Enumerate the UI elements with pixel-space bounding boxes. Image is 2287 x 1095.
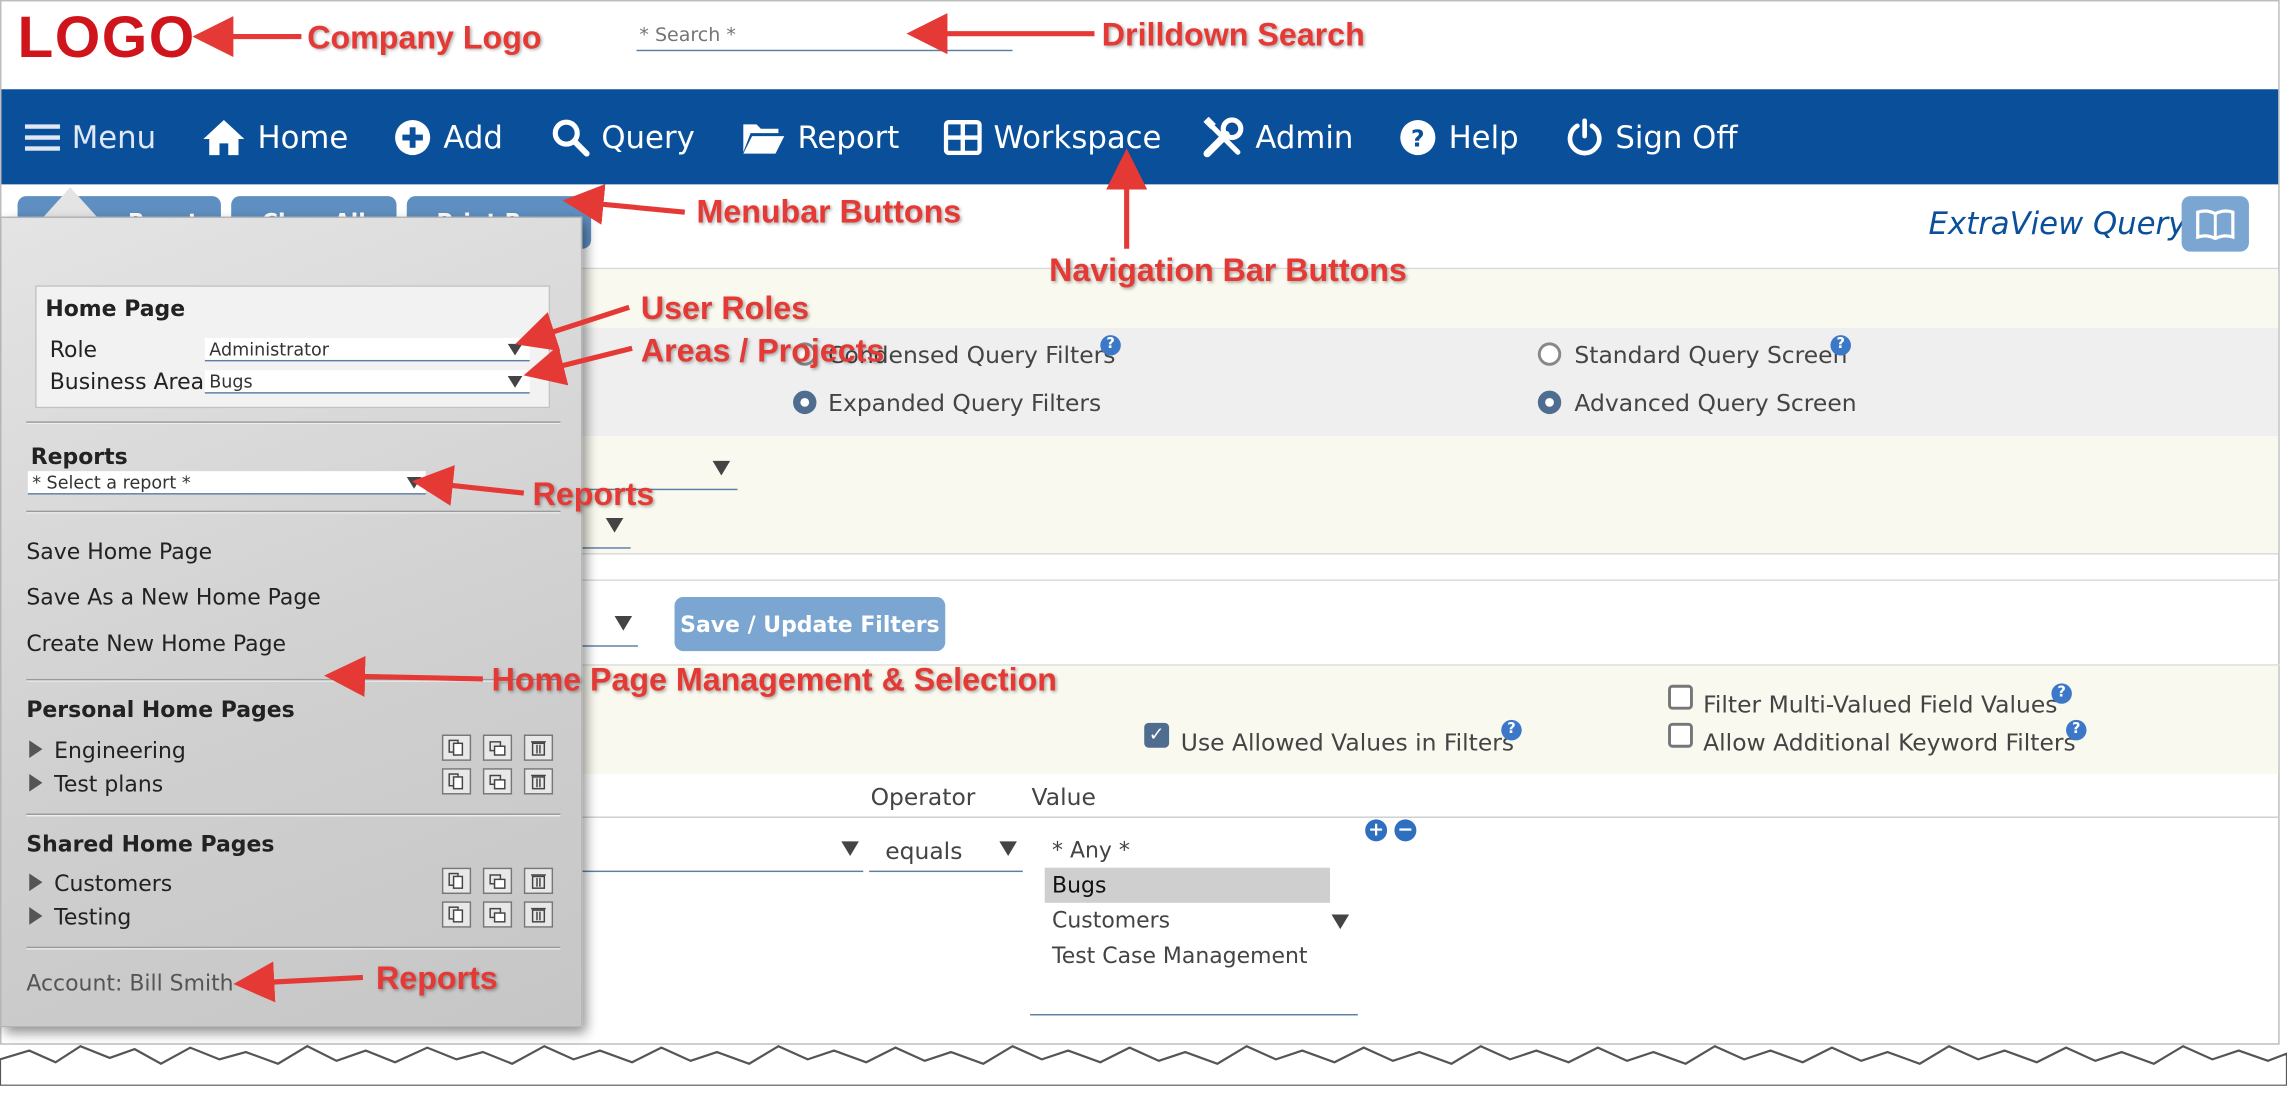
annotation-user-roles: User Roles — [640, 289, 810, 327]
annotation-company-logo: Company Logo — [307, 19, 542, 56]
annotation-arrows — [192, 13, 1148, 1003]
annotation-menubar-buttons: Menubar Buttons — [696, 193, 962, 230]
annotation-home-page-management: Home Page Management & Selection — [491, 661, 1057, 698]
annotation-areas-projects: Areas / Projects — [640, 332, 885, 369]
screenshot-stage: LOGO Menu Home Add Query Report Workspac… — [0, 0, 2287, 1086]
annotation-reports-account: Reports — [376, 959, 498, 997]
annotation-drilldown-search: Drilldown Search — [1101, 16, 1365, 53]
annotation-navigation-bar-buttons: Navigation Bar Buttons — [1049, 251, 1407, 289]
annotation-reports: Reports — [532, 475, 655, 513]
